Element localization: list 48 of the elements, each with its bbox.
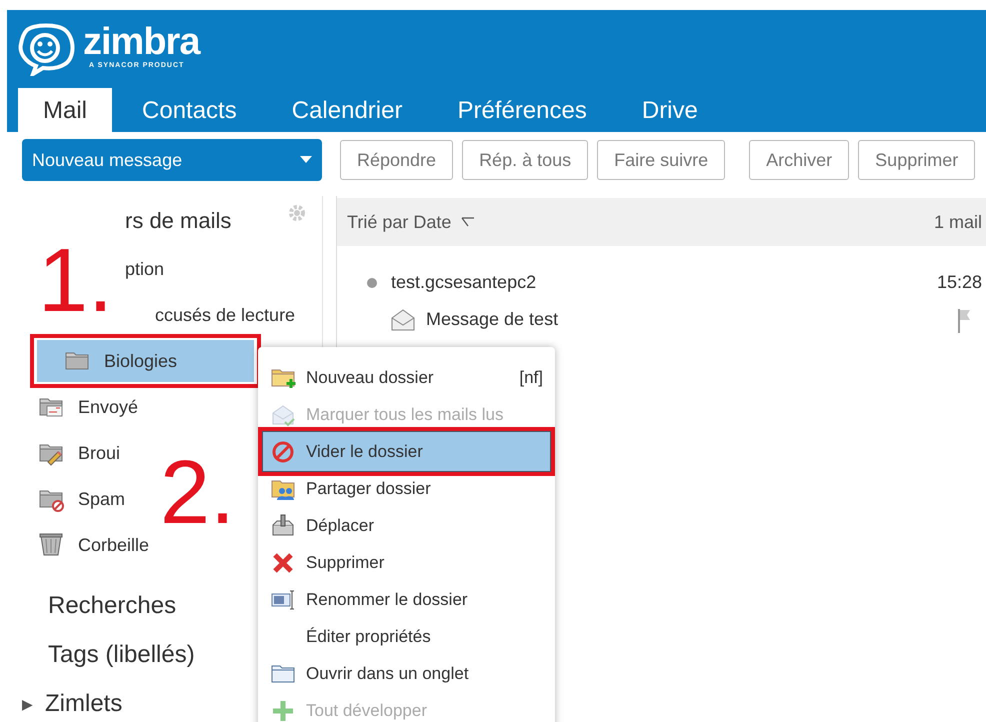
section-heading: rs de mails [125, 208, 232, 234]
folder-item[interactable]: Spam [0, 478, 126, 520]
menu-item[interactable]: Déplacer [258, 507, 555, 544]
folder-item[interactable]: Biologies [37, 340, 254, 382]
message-count: 1 mail [934, 212, 982, 232]
folder-item[interactable]: ption [125, 248, 164, 290]
section-heading[interactable]: Zimlets [45, 690, 122, 718]
envelope-icon [390, 308, 416, 332]
tab[interactable]: Contacts [117, 88, 262, 132]
sort-label[interactable]: Trié par Date [347, 212, 452, 232]
menu-item[interactable]: Vider le dossier [262, 431, 551, 472]
tab[interactable]: Mail [18, 88, 112, 132]
tab[interactable]: Drive [616, 88, 723, 132]
toolbar-button[interactable]: Archiver [749, 140, 850, 180]
section-heading[interactable]: Recherches [48, 592, 176, 620]
menu-item[interactable]: Supprimer [258, 544, 555, 581]
trash-icon [38, 532, 64, 558]
shortcut-label: [nf] [519, 368, 543, 388]
menu-item[interactable]: Ouvrir dans un onglet [258, 655, 555, 692]
gear-icon [288, 204, 306, 222]
menu-item[interactable]: Partager dossier [258, 470, 555, 507]
folder-item[interactable]: ccusés de lecture [155, 294, 296, 336]
folder-item[interactable]: Broui [0, 432, 120, 474]
tab[interactable]: Calendrier [266, 88, 428, 132]
flag-icon [956, 306, 972, 332]
toolbar-button[interactable]: Faire suivre [597, 140, 726, 180]
menu-item[interactable]: Nouveau dossier [nf] [258, 359, 555, 396]
expand-arrow[interactable]: ▶ [22, 696, 33, 712]
folder-item[interactable]: Envoyé [0, 386, 138, 428]
section-heading[interactable]: Tags (libellés) [48, 640, 195, 668]
tray-icon [270, 512, 296, 538]
sort-icon [461, 217, 476, 227]
prohibited-icon [270, 438, 296, 464]
folder-item[interactable]: Corbeille [0, 524, 150, 566]
step-number: 1. [38, 236, 114, 326]
toolbar-button[interactable]: Répondre [340, 140, 454, 180]
menu-item[interactable]: Éditer propriétés [258, 618, 555, 655]
toolbar-button[interactable]: Supprimer [858, 140, 976, 180]
toolbar-button[interactable]: Rép. à tous [462, 140, 588, 180]
caret-icon [300, 156, 312, 164]
tab[interactable]: Préférences [432, 88, 612, 132]
message-time: 15:28 [936, 272, 982, 293]
logo-wordmark: zimbra [83, 22, 200, 62]
new-message-button[interactable]: Nouveau message [22, 139, 322, 181]
message-subject[interactable]: Message de test [426, 309, 956, 330]
menu-item[interactable]: Renommer le dossier [258, 581, 555, 618]
step-number: 2. [160, 448, 236, 538]
message-sender[interactable]: test.gcsesantepc2 [391, 272, 937, 293]
